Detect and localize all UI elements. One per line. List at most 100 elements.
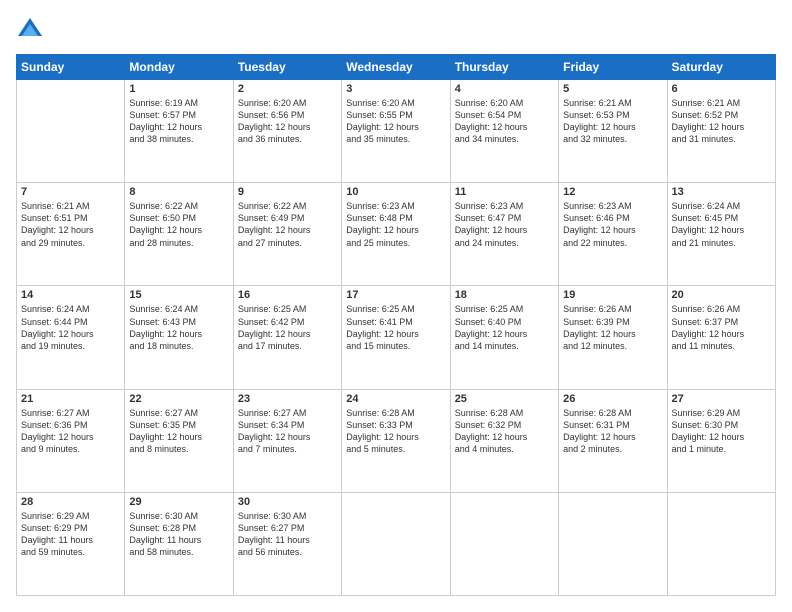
logo bbox=[16, 16, 48, 44]
calendar-cell: 21 Sunrise: 6:27 AM Sunset: 6:36 PM Dayli… bbox=[17, 389, 125, 492]
cell-text: Sunrise: 6:28 AM Sunset: 6:33 PM Dayligh… bbox=[346, 407, 445, 456]
page: SundayMondayTuesdayWednesdayThursdayFrid… bbox=[0, 0, 792, 612]
calendar-cell: 4 Sunrise: 6:20 AM Sunset: 6:54 PM Daylig… bbox=[450, 80, 558, 183]
day-number: 1 bbox=[129, 83, 228, 95]
cell-text: Sunrise: 6:29 AM Sunset: 6:30 PM Dayligh… bbox=[672, 407, 771, 456]
cell-text: Sunrise: 6:26 AM Sunset: 6:39 PM Dayligh… bbox=[563, 303, 662, 352]
calendar-cell: 8 Sunrise: 6:22 AM Sunset: 6:50 PM Daylig… bbox=[125, 183, 233, 286]
calendar-week-5: 28 Sunrise: 6:29 AM Sunset: 6:29 PM Dayli… bbox=[17, 492, 776, 595]
cell-text: Sunrise: 6:22 AM Sunset: 6:50 PM Dayligh… bbox=[129, 200, 228, 249]
day-number: 18 bbox=[455, 289, 554, 301]
cell-text: Sunrise: 6:21 AM Sunset: 6:51 PM Dayligh… bbox=[21, 200, 120, 249]
calendar-cell: 13 Sunrise: 6:24 AM Sunset: 6:45 PM Dayli… bbox=[667, 183, 775, 286]
cell-text: Sunrise: 6:22 AM Sunset: 6:49 PM Dayligh… bbox=[238, 200, 337, 249]
calendar-cell: 29 Sunrise: 6:30 AM Sunset: 6:28 PM Dayli… bbox=[125, 492, 233, 595]
logo-icon bbox=[16, 16, 44, 44]
day-number: 4 bbox=[455, 83, 554, 95]
cell-text: Sunrise: 6:24 AM Sunset: 6:45 PM Dayligh… bbox=[672, 200, 771, 249]
day-number: 19 bbox=[563, 289, 662, 301]
calendar-cell: 19 Sunrise: 6:26 AM Sunset: 6:39 PM Dayli… bbox=[559, 286, 667, 389]
calendar-cell: 30 Sunrise: 6:30 AM Sunset: 6:27 PM Dayli… bbox=[233, 492, 341, 595]
day-number: 25 bbox=[455, 393, 554, 405]
cell-text: Sunrise: 6:21 AM Sunset: 6:52 PM Dayligh… bbox=[672, 97, 771, 146]
calendar-cell: 15Sunrise: 6:24 AM Sunset: 6:43 PM Dayli… bbox=[125, 286, 233, 389]
day-number: 2 bbox=[238, 83, 337, 95]
calendar-week-2: 7 Sunrise: 6:21 AM Sunset: 6:51 PM Daylig… bbox=[17, 183, 776, 286]
day-number: 27 bbox=[672, 393, 771, 405]
calendar-cell: 23 Sunrise: 6:27 AM Sunset: 6:34 PM Dayli… bbox=[233, 389, 341, 492]
calendar-cell: 17 Sunrise: 6:25 AM Sunset: 6:41 PM Dayli… bbox=[342, 286, 450, 389]
day-number: 28 bbox=[21, 496, 120, 508]
cell-text: Sunrise: 6:23 AM Sunset: 6:46 PM Dayligh… bbox=[563, 200, 662, 249]
calendar-cell bbox=[667, 492, 775, 595]
cell-text: Sunrise: 6:25 AM Sunset: 6:40 PM Dayligh… bbox=[455, 303, 554, 352]
cell-text: Sunrise: 6:27 AM Sunset: 6:34 PM Dayligh… bbox=[238, 407, 337, 456]
cell-text: Sunrise: 6:25 AM Sunset: 6:42 PM Dayligh… bbox=[238, 303, 337, 352]
cell-text: Sunrise: 6:20 AM Sunset: 6:55 PM Dayligh… bbox=[346, 97, 445, 146]
day-header-tuesday: Tuesday bbox=[233, 55, 341, 80]
calendar-header-row: SundayMondayTuesdayWednesdayThursdayFrid… bbox=[17, 55, 776, 80]
calendar-cell bbox=[450, 492, 558, 595]
calendar-cell: 27 Sunrise: 6:29 AM Sunset: 6:30 PM Dayli… bbox=[667, 389, 775, 492]
day-number: 22 bbox=[129, 393, 228, 405]
header bbox=[16, 16, 776, 44]
calendar-cell: 24 Sunrise: 6:28 AM Sunset: 6:33 PM Dayli… bbox=[342, 389, 450, 492]
day-number: 30 bbox=[238, 496, 337, 508]
day-header-saturday: Saturday bbox=[667, 55, 775, 80]
day-number: 5 bbox=[563, 83, 662, 95]
calendar-cell: 26 Sunrise: 6:28 AM Sunset: 6:31 PM Dayli… bbox=[559, 389, 667, 492]
day-number: 9 bbox=[238, 186, 337, 198]
calendar-cell: 12 Sunrise: 6:23 AM Sunset: 6:46 PM Dayli… bbox=[559, 183, 667, 286]
day-number: 23 bbox=[238, 393, 337, 405]
calendar-cell: 22Sunrise: 6:27 AM Sunset: 6:35 PM Dayli… bbox=[125, 389, 233, 492]
day-number: 7 bbox=[21, 186, 120, 198]
day-number: 16 bbox=[238, 289, 337, 301]
calendar-cell bbox=[342, 492, 450, 595]
day-number: 15 bbox=[129, 289, 228, 301]
day-header-sunday: Sunday bbox=[17, 55, 125, 80]
day-number: 17 bbox=[346, 289, 445, 301]
cell-text: Sunrise: 6:25 AM Sunset: 6:41 PM Dayligh… bbox=[346, 303, 445, 352]
calendar-cell bbox=[17, 80, 125, 183]
cell-text: Sunrise: 6:28 AM Sunset: 6:32 PM Dayligh… bbox=[455, 407, 554, 456]
calendar-table: SundayMondayTuesdayWednesdayThursdayFrid… bbox=[16, 54, 776, 596]
day-number: 13 bbox=[672, 186, 771, 198]
day-number: 3 bbox=[346, 83, 445, 95]
calendar-cell: 18 Sunrise: 6:25 AM Sunset: 6:40 PM Dayli… bbox=[450, 286, 558, 389]
cell-text: Sunrise: 6:30 AM Sunset: 6:28 PM Dayligh… bbox=[129, 510, 228, 559]
day-number: 21 bbox=[21, 393, 120, 405]
cell-text: Sunrise: 6:29 AM Sunset: 6:29 PM Dayligh… bbox=[21, 510, 120, 559]
cell-text: Sunrise: 6:27 AM Sunset: 6:36 PM Dayligh… bbox=[21, 407, 120, 456]
calendar-week-4: 21 Sunrise: 6:27 AM Sunset: 6:36 PM Dayli… bbox=[17, 389, 776, 492]
calendar-cell: 25 Sunrise: 6:28 AM Sunset: 6:32 PM Dayli… bbox=[450, 389, 558, 492]
day-number: 26 bbox=[563, 393, 662, 405]
day-number: 10 bbox=[346, 186, 445, 198]
cell-text: Sunrise: 6:20 AM Sunset: 6:54 PM Dayligh… bbox=[455, 97, 554, 146]
calendar-cell: 14 Sunrise: 6:24 AM Sunset: 6:44 PM Dayli… bbox=[17, 286, 125, 389]
calendar-cell: 10 Sunrise: 6:23 AM Sunset: 6:48 PM Dayli… bbox=[342, 183, 450, 286]
cell-text: Sunrise: 6:28 AM Sunset: 6:31 PM Dayligh… bbox=[563, 407, 662, 456]
day-number: 14 bbox=[21, 289, 120, 301]
day-number: 8 bbox=[129, 186, 228, 198]
cell-text: Sunrise: 6:23 AM Sunset: 6:48 PM Dayligh… bbox=[346, 200, 445, 249]
calendar-cell: 3 Sunrise: 6:20 AM Sunset: 6:55 PM Daylig… bbox=[342, 80, 450, 183]
day-number: 29 bbox=[129, 496, 228, 508]
cell-text: Sunrise: 6:26 AM Sunset: 6:37 PM Dayligh… bbox=[672, 303, 771, 352]
cell-text: Sunrise: 6:24 AM Sunset: 6:44 PM Dayligh… bbox=[21, 303, 120, 352]
day-number: 24 bbox=[346, 393, 445, 405]
calendar-cell: 5 Sunrise: 6:21 AM Sunset: 6:53 PM Daylig… bbox=[559, 80, 667, 183]
day-header-wednesday: Wednesday bbox=[342, 55, 450, 80]
calendar-cell: 20Sunrise: 6:26 AM Sunset: 6:37 PM Dayli… bbox=[667, 286, 775, 389]
calendar-cell: 6Sunrise: 6:21 AM Sunset: 6:52 PM Daylig… bbox=[667, 80, 775, 183]
calendar-cell: 7 Sunrise: 6:21 AM Sunset: 6:51 PM Daylig… bbox=[17, 183, 125, 286]
cell-text: Sunrise: 6:21 AM Sunset: 6:53 PM Dayligh… bbox=[563, 97, 662, 146]
calendar-cell: 28 Sunrise: 6:29 AM Sunset: 6:29 PM Dayli… bbox=[17, 492, 125, 595]
calendar-week-3: 14 Sunrise: 6:24 AM Sunset: 6:44 PM Dayli… bbox=[17, 286, 776, 389]
cell-text: Sunrise: 6:23 AM Sunset: 6:47 PM Dayligh… bbox=[455, 200, 554, 249]
day-number: 12 bbox=[563, 186, 662, 198]
calendar-cell: 16 Sunrise: 6:25 AM Sunset: 6:42 PM Dayli… bbox=[233, 286, 341, 389]
cell-text: Sunrise: 6:30 AM Sunset: 6:27 PM Dayligh… bbox=[238, 510, 337, 559]
calendar-cell: 2Sunrise: 6:20 AM Sunset: 6:56 PM Daylig… bbox=[233, 80, 341, 183]
day-header-monday: Monday bbox=[125, 55, 233, 80]
calendar-cell: 11Sunrise: 6:23 AM Sunset: 6:47 PM Dayli… bbox=[450, 183, 558, 286]
